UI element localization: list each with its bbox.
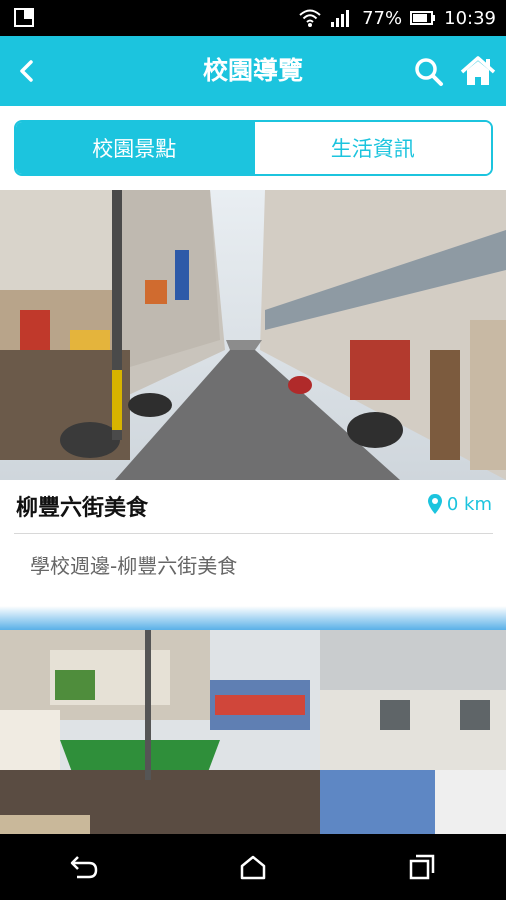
card-title[interactable]: 柳豐六街美食 — [16, 490, 148, 522]
clock: 10:39 — [444, 7, 496, 29]
status-bar: 77% 10:39 — [0, 0, 506, 36]
nav-back-button[interactable] — [54, 842, 114, 892]
segment-tabs: 校園景點 生活資訊 — [14, 120, 493, 176]
distance-value: 0 km — [446, 493, 492, 515]
tab-campus-spots[interactable]: 校園景點 — [16, 122, 253, 174]
card-photo-street[interactable] — [0, 190, 506, 480]
notification-icon — [14, 8, 34, 27]
back-arrow-icon[interactable] — [8, 51, 48, 91]
home-icon[interactable] — [458, 51, 498, 91]
system-nav-bar — [0, 834, 506, 900]
battery-icon — [410, 11, 436, 25]
app-bar: 校園導覽 — [0, 36, 506, 106]
nav-recents-button[interactable] — [392, 842, 452, 892]
nav-recents-icon — [409, 854, 434, 880]
card-description: 學校週邊-柳豐六街美食 — [30, 554, 238, 578]
divider — [14, 533, 493, 534]
search-icon[interactable] — [410, 53, 448, 91]
nav-home-icon — [240, 855, 266, 880]
location-pin-icon — [427, 494, 442, 514]
card-separator — [0, 606, 506, 630]
card-photo-market[interactable] — [0, 630, 506, 834]
battery-percent: 77% — [362, 7, 403, 29]
distance-info: 0 km — [427, 493, 492, 515]
nav-back-icon — [71, 856, 98, 879]
wifi-icon — [299, 9, 321, 27]
tab-life-info[interactable]: 生活資訊 — [252, 122, 491, 174]
nav-home-button[interactable] — [223, 842, 283, 892]
signal-icon — [331, 10, 350, 27]
